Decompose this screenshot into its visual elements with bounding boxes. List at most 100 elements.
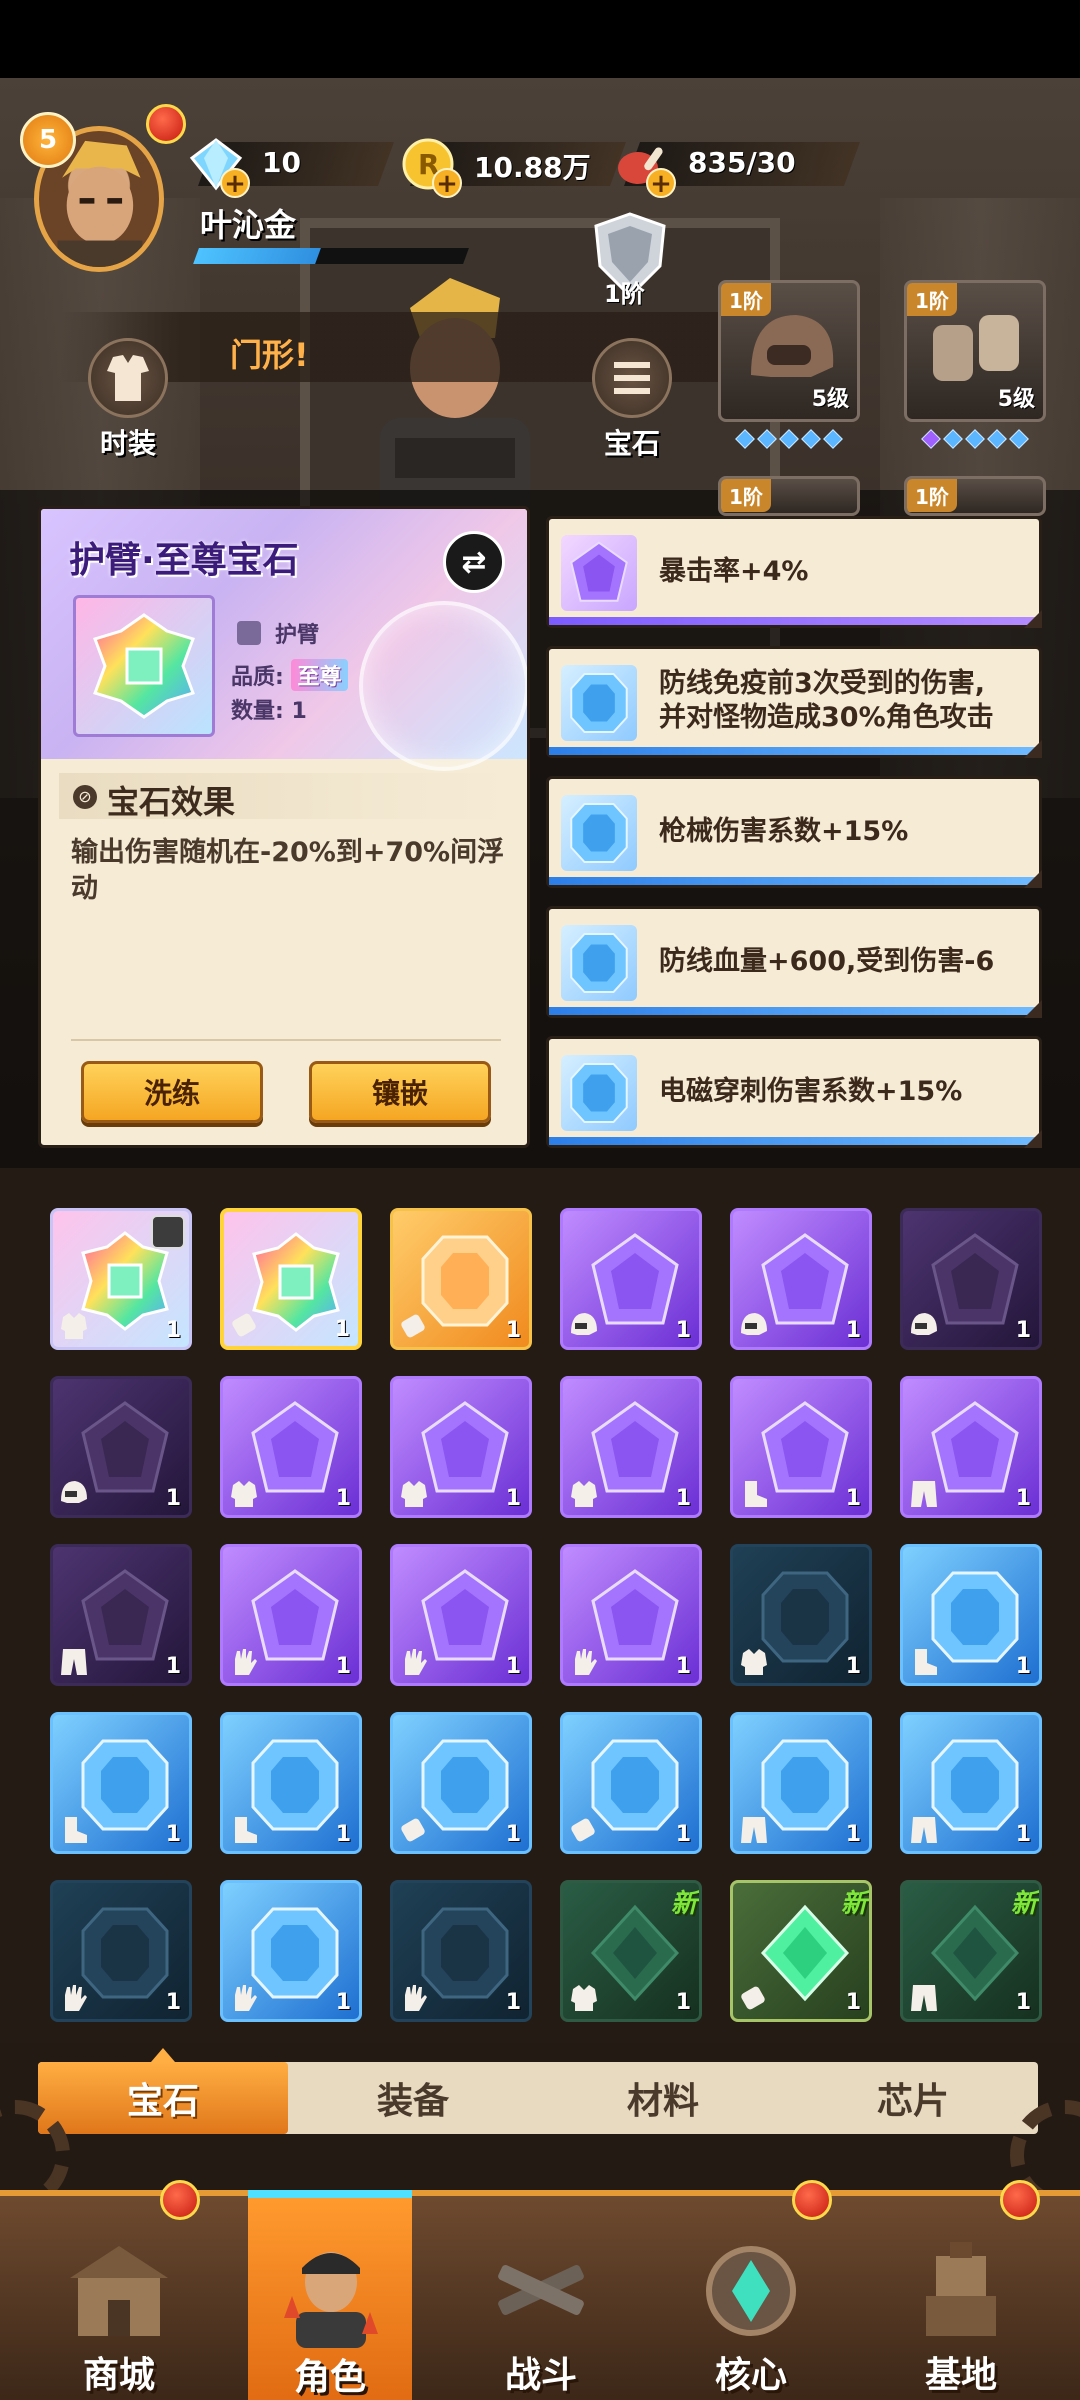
gem-inventory-cell[interactable]: 1 — [50, 1544, 192, 1686]
gem-inventory-cell[interactable]: 1新 — [730, 1880, 872, 2022]
gem-inventory-cell[interactable]: 1 — [390, 1208, 532, 1350]
purple-dim-gem-icon — [79, 1567, 171, 1671]
prism-gem-icon — [250, 1232, 342, 1336]
nav-battle-label: 战斗 — [504, 2355, 577, 2396]
gem-quality-value: 至尊 — [291, 659, 348, 691]
add-gems-plus-icon[interactable]: + — [220, 168, 250, 198]
gem-count: 1 — [675, 1822, 691, 1847]
equipment-slot-4[interactable]: 1阶 — [904, 476, 1046, 516]
gem-inventory-cell[interactable]: 1 — [900, 1544, 1042, 1686]
equipment-slot-gauntlet[interactable]: 1阶 5级 — [904, 280, 1046, 422]
gem-affix-rarity-bar — [549, 1007, 1039, 1015]
add-stamina-plus-icon[interactable]: + — [646, 168, 676, 198]
base-notification-dot — [1000, 2180, 1040, 2220]
nav-base[interactable]: 基地 — [856, 2196, 1056, 2400]
gem-inventory-cell[interactable]: 1 — [900, 1712, 1042, 1854]
gem-side-button[interactable]: 宝石 — [574, 338, 684, 468]
orange-gem-icon — [419, 1231, 511, 1335]
swap-icon[interactable]: ⇄ — [443, 531, 505, 593]
gem-affix-text: 防线免疫前3次受到的伤害, 并对怪物造成30%角色攻击 — [659, 667, 994, 735]
gem-count: 1 — [675, 1318, 691, 1343]
gem-count: 1 — [505, 1654, 521, 1679]
gem-quality-label: 品质: — [231, 665, 284, 690]
gem-inventory-cell[interactable]: 1 — [560, 1544, 702, 1686]
nav-battle[interactable]: 战斗 — [436, 2196, 636, 2400]
helmet-slot-icon — [737, 1309, 771, 1343]
fashion-button[interactable]: 时装 — [70, 338, 180, 468]
armor-slot-icon — [567, 1477, 601, 1511]
gem-inventory-cell[interactable]: 1 — [390, 1880, 532, 2022]
gem-inventory-cell[interactable]: 1 — [560, 1712, 702, 1854]
nav-core[interactable]: 核心 — [646, 2196, 846, 2400]
gem-inventory-cell[interactable]: 1 — [390, 1712, 532, 1854]
pants-slot-icon — [907, 1477, 941, 1511]
status-bar — [0, 0, 1080, 78]
gem-inventory-cell[interactable]: 1 — [390, 1544, 532, 1686]
gem-quantity-row: 数量: 1 — [231, 693, 307, 725]
gem-inventory-cell[interactable]: 1 — [730, 1544, 872, 1686]
gem-inventory-cell[interactable]: 1 — [730, 1376, 872, 1518]
crossed-guns-icon — [498, 2265, 584, 2315]
gem-inventory-cell[interactable]: 1 — [560, 1376, 702, 1518]
pants-slot-icon — [907, 1813, 941, 1847]
gem-count: 1 — [335, 1990, 351, 2015]
tab-gems[interactable]: 宝石 — [38, 2048, 288, 2134]
boot-slot-icon — [737, 1477, 771, 1511]
nav-shop[interactable]: 商城 — [14, 2196, 214, 2400]
equipment-slot-3[interactable]: 1阶 — [718, 476, 860, 516]
gem-affix-line: 防线血量+600,受到伤害-6 — [659, 946, 995, 977]
gem-count: 1 — [165, 1318, 181, 1343]
gem-inventory-cell[interactable]: 1 — [220, 1208, 362, 1350]
gem-inventory-cell[interactable]: 1 — [390, 1376, 532, 1518]
tab-equipment[interactable]: 装备 — [288, 2062, 538, 2134]
glove-slot-icon — [567, 1645, 601, 1679]
fashion-label: 时装 — [99, 427, 156, 460]
gem-inventory-cell[interactable]: 1 — [220, 1376, 362, 1518]
gem-inventory-cell[interactable]: 1新 — [900, 1880, 1042, 2022]
resource-coins[interactable]: R + 10.88万 — [398, 134, 627, 198]
new-badge: 新 — [1010, 1889, 1037, 1919]
gem-inventory-cell[interactable]: 1 — [220, 1712, 362, 1854]
equipment-slot-helmet[interactable]: 1阶 5级 — [718, 280, 860, 422]
gem-affix-text: 暴击率+4% — [659, 555, 808, 589]
gem-inventory-cell[interactable]: 1 — [50, 1376, 192, 1518]
stamina-value: 835/30 — [688, 146, 796, 179]
purple-gem-icon — [249, 1399, 341, 1503]
blue-gem-icon — [759, 1735, 851, 1839]
reforge-button[interactable]: 洗练 — [81, 1061, 263, 1123]
gem-inventory-cell[interactable]: 1 — [50, 1712, 192, 1854]
resource-gems[interactable]: + 10 — [186, 134, 396, 198]
gem-inventory-cell[interactable]: 1 — [220, 1544, 362, 1686]
blue-dim-gem-icon — [759, 1567, 851, 1671]
nav-character[interactable]: 角色 — [248, 2190, 412, 2400]
player-avatar-group[interactable]: 5 — [20, 112, 170, 280]
core-notification-dot — [792, 2180, 832, 2220]
gem-inventory-cell[interactable]: 1 — [50, 1880, 192, 2022]
gem-count: 1 — [505, 1822, 521, 1847]
arm-slot-icon — [228, 1308, 262, 1342]
gem-affix-rarity-bar — [549, 747, 1039, 755]
tab-materials[interactable]: 材料 — [538, 2062, 788, 2134]
gem-inventory-cell[interactable]: 1 — [220, 1880, 362, 2022]
tab-chips[interactable]: 芯片 — [788, 2062, 1038, 2134]
gem-inventory-cell[interactable]: 1 — [730, 1208, 872, 1350]
inlay-button[interactable]: 镶嵌 — [309, 1061, 491, 1123]
gem-inventory-cell[interactable]: 1 — [900, 1208, 1042, 1350]
gem-inventory-cell[interactable]: 1 — [730, 1712, 872, 1854]
purple-gem-icon — [419, 1399, 511, 1503]
helmet-slot-icon — [907, 1309, 941, 1343]
bottom-navigation: 商城 角色 战斗 核心 基地 — [0, 2190, 1080, 2400]
armor-slot-icon — [397, 1477, 431, 1511]
resource-stamina[interactable]: + 835/30 — [612, 134, 861, 198]
gem-inventory-cell[interactable]: 1 — [560, 1208, 702, 1350]
gem-inventory-cell[interactable]: 1 — [900, 1376, 1042, 1518]
inventory-tab-bar: 宝石 装备 材料 芯片 — [38, 2048, 1038, 2134]
gem-inventory-cell[interactable]: 1新 — [560, 1880, 702, 2022]
add-coins-plus-icon[interactable]: + — [432, 168, 462, 198]
gem-count: 1 — [335, 1486, 351, 1511]
blue-gem-icon — [561, 665, 637, 741]
gem-count: 1 — [845, 1318, 861, 1343]
glove-slot-icon — [227, 1645, 261, 1679]
gem-inventory-cell[interactable]: 1 — [50, 1208, 192, 1350]
lock-icon[interactable] — [151, 1215, 185, 1249]
